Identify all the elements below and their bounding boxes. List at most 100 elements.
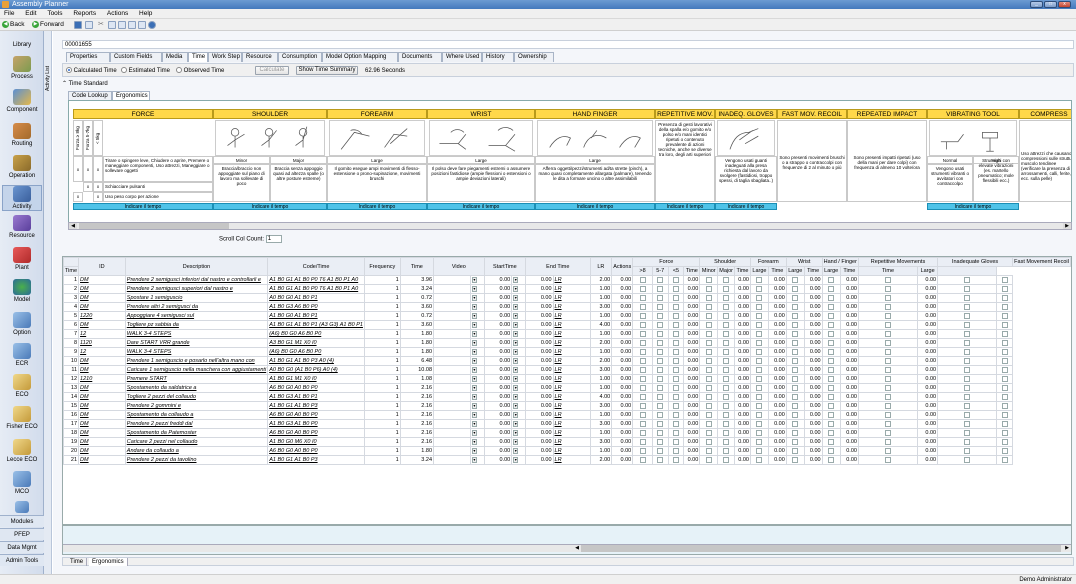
checkbox[interactable] (756, 285, 763, 292)
checkbox[interactable] (1001, 375, 1008, 382)
cell-repetitive-time[interactable]: 0.00 (839, 383, 859, 393)
cell-video[interactable] (433, 410, 471, 420)
checkbox[interactable] (885, 420, 892, 427)
cell-end-time[interactable]: ▾ (511, 347, 527, 357)
checkbox[interactable] (964, 402, 971, 409)
cell-recoil[interactable] (996, 374, 1014, 384)
col-header[interactable]: Fast Movement Recoil (1012, 257, 1071, 267)
sidebar-pfep[interactable]: PFEP (0, 528, 44, 540)
cell-wrist-large[interactable] (785, 365, 805, 375)
cell-video[interactable] (433, 383, 471, 393)
checkbox[interactable] (639, 294, 646, 301)
cell-frequency[interactable]: 1 (363, 383, 401, 393)
cell-hand-time[interactable]: 0.00 (803, 383, 823, 393)
cell-shoulder-time[interactable]: 0.00 (683, 338, 701, 348)
cell-wrist-time[interactable]: 0.00 (767, 455, 787, 465)
cell-start-time[interactable]: ▾ (469, 392, 485, 402)
cell-id[interactable]: DM (78, 356, 126, 366)
cell-shoulder-major[interactable] (717, 410, 736, 420)
row-number[interactable]: 7 (63, 329, 80, 339)
cell-shoulder-minor[interactable] (699, 329, 719, 339)
checkbox[interactable] (1001, 303, 1008, 310)
cell-gloves-large[interactable] (937, 284, 998, 294)
cell-start-value[interactable]: 0.00 (483, 437, 513, 447)
sidebar-item-model[interactable]: Model (2, 279, 42, 303)
cell-hand-time[interactable]: 0.00 (803, 338, 823, 348)
cell-recoil[interactable] (996, 320, 1014, 330)
cell-shoulder-major[interactable] (717, 383, 736, 393)
row-number[interactable]: 1 (63, 275, 80, 285)
cell-lr[interactable]: LR (552, 338, 591, 348)
cell-force-mid[interactable] (651, 383, 669, 393)
cell-start-value[interactable]: 0.00 (483, 275, 513, 285)
cell-shoulder-time[interactable]: 0.00 (683, 410, 701, 420)
checkbox[interactable] (964, 366, 971, 373)
cell-frequency[interactable]: 1 (363, 455, 401, 465)
cell-start-time[interactable]: ▾ (469, 446, 485, 456)
menu-reports[interactable]: Reports (73, 10, 96, 17)
cell-start-value[interactable]: 0.00 (483, 383, 513, 393)
cell-shoulder-time[interactable]: 0.00 (683, 284, 701, 294)
cell-end-time[interactable]: ▾ (511, 338, 527, 348)
cell-lr[interactable]: LR (552, 356, 591, 366)
cell-wrist-time[interactable]: 0.00 (767, 311, 787, 321)
checkbox[interactable] (1001, 393, 1008, 400)
checkbox[interactable] (964, 294, 971, 301)
cell-gloves-large[interactable] (937, 293, 998, 303)
checkbox[interactable] (657, 366, 664, 373)
cell-repetitive-time[interactable]: 0.00 (839, 437, 859, 447)
cell-end-time[interactable]: ▾ (511, 437, 527, 447)
cell-id[interactable]: DM (78, 428, 126, 438)
row-number[interactable]: 3 (63, 293, 80, 303)
cell-end-value[interactable]: 0.00 (525, 338, 554, 348)
cell-force-low[interactable] (667, 347, 685, 357)
checkbox[interactable] (723, 420, 730, 427)
cell-repetitive-flag[interactable] (857, 347, 919, 357)
col-subheader[interactable]: 5-7 (651, 266, 669, 276)
cell-force-time[interactable]: 0.00 (611, 302, 634, 312)
cell-force-low[interactable] (667, 311, 685, 321)
checkbox[interactable] (705, 375, 712, 382)
checkbox[interactable] (723, 330, 730, 337)
cell-shoulder-time[interactable]: 0.00 (683, 455, 701, 465)
cell-hand-large[interactable] (821, 365, 841, 375)
cell-wrist-time[interactable]: 0.00 (767, 410, 787, 420)
cell-forearm-time[interactable]: 0.00 (734, 329, 751, 339)
checkbox[interactable] (885, 456, 892, 463)
col-header[interactable]: Hand / Finger (821, 257, 859, 267)
col-header[interactable]: Description (124, 257, 269, 276)
cell-wrist-large[interactable] (785, 320, 805, 330)
cell-gloves-time[interactable]: 0.00 (917, 365, 939, 375)
cell-start-value[interactable]: 0.00 (483, 293, 513, 303)
cell-end-value[interactable]: 0.00 (525, 410, 554, 420)
checkbox[interactable] (723, 429, 730, 436)
sidebar-item-routing[interactable]: Routing (2, 123, 42, 147)
col-subheader[interactable]: Major (717, 266, 736, 276)
cell-force-mid[interactable] (651, 320, 669, 330)
cell-code-time[interactable]: A1 B0 G1 A1 B0 P0 T6 A1 B0 P1 A0 (267, 284, 365, 294)
cell-frequency[interactable]: 1 (363, 410, 401, 420)
cell-forearm-large[interactable] (749, 374, 769, 384)
cell-hand-time[interactable]: 0.00 (803, 428, 823, 438)
tab-properties[interactable]: Properties (66, 52, 110, 62)
layout-icon[interactable] (138, 21, 146, 29)
checkbox[interactable] (657, 375, 664, 382)
cell-repetitive-flag[interactable] (857, 275, 919, 285)
cell-time[interactable]: 2.16 (399, 401, 435, 411)
cell-wrist-large[interactable] (785, 338, 805, 348)
cell-start-value[interactable]: 0.00 (483, 419, 513, 429)
cell-video[interactable] (433, 356, 471, 366)
cell-shoulder-time[interactable]: 0.00 (683, 428, 701, 438)
cell-force-time[interactable]: 0.00 (611, 356, 634, 366)
col-subheader[interactable]: >8 (632, 266, 653, 276)
cell-start-time[interactable]: ▾ (469, 320, 485, 330)
cell-repetitive-flag[interactable] (857, 455, 919, 465)
cell-code-time[interactable]: A1 B0 G3 A1 B0 P1 (267, 392, 365, 402)
cell-force-low[interactable] (667, 401, 685, 411)
dropdown-icon[interactable]: ▾ (471, 348, 477, 355)
cell-force-high[interactable] (632, 428, 653, 438)
cell-frequency[interactable]: 1 (363, 401, 401, 411)
cell-frequency[interactable]: 1 (363, 320, 401, 330)
cell-force-high[interactable] (632, 284, 653, 294)
dropdown-icon[interactable]: ▾ (513, 303, 519, 310)
